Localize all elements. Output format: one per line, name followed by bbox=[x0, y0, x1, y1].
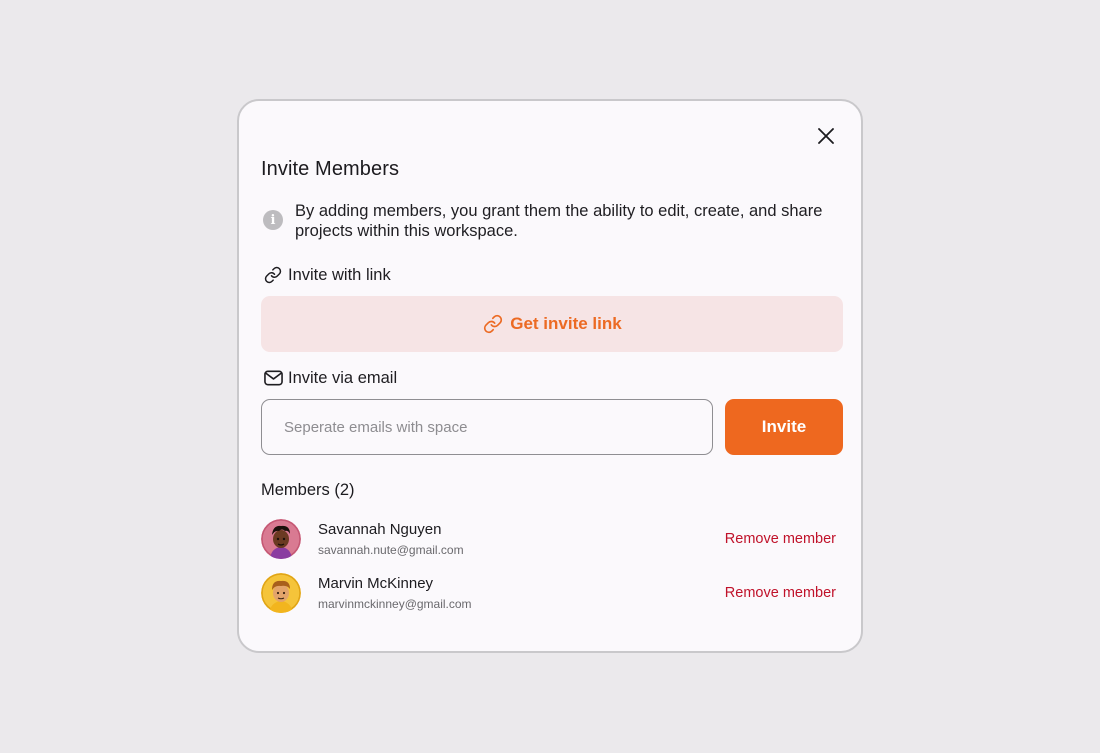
invite-with-link-text: Invite with link bbox=[288, 265, 391, 284]
invite-via-email-text: Invite via email bbox=[288, 368, 398, 387]
member-info: Marvin McKinney marvinmckinney@gmail.com bbox=[318, 574, 472, 613]
info-notice: i By adding members, you grant them the … bbox=[263, 201, 837, 241]
mail-icon bbox=[263, 368, 283, 388]
invite-with-link-label: Invite with link bbox=[263, 265, 391, 285]
avatar bbox=[261, 519, 301, 559]
member-name: Savannah Nguyen bbox=[318, 520, 442, 538]
member-name: Marvin McKinney bbox=[318, 574, 434, 592]
close-button[interactable] bbox=[815, 125, 837, 147]
email-input[interactable] bbox=[261, 399, 713, 455]
link-icon bbox=[263, 265, 283, 285]
member-row: Marvin McKinney marvinmckinney@gmail.com… bbox=[261, 571, 837, 615]
invite-via-email-label: Invite via email bbox=[263, 368, 397, 388]
member-email: savannah.nute@gmail.com bbox=[318, 542, 464, 557]
close-icon bbox=[818, 128, 834, 144]
info-icon: i bbox=[263, 210, 283, 230]
remove-member-button[interactable]: Remove member bbox=[725, 585, 836, 601]
get-invite-link-label: Get invite link bbox=[510, 314, 622, 333]
link-icon bbox=[482, 313, 504, 335]
info-text: By adding members, you grant them the ab… bbox=[295, 202, 823, 240]
get-invite-link-button[interactable]: Get invite link bbox=[261, 296, 843, 352]
member-row: Savannah Nguyen savannah.nute@gmail.com … bbox=[261, 517, 837, 561]
member-email: marvinmckinney@gmail.com bbox=[318, 596, 472, 611]
invite-members-dialog: Invite Members i By adding members, you … bbox=[237, 99, 863, 653]
members-heading: Members (2) bbox=[261, 481, 355, 499]
member-info: Savannah Nguyen savannah.nute@gmail.com bbox=[318, 520, 464, 559]
avatar bbox=[261, 573, 301, 613]
remove-member-button[interactable]: Remove member bbox=[725, 531, 836, 547]
invite-button[interactable]: Invite bbox=[725, 399, 843, 455]
dialog-title: Invite Members bbox=[261, 158, 400, 180]
